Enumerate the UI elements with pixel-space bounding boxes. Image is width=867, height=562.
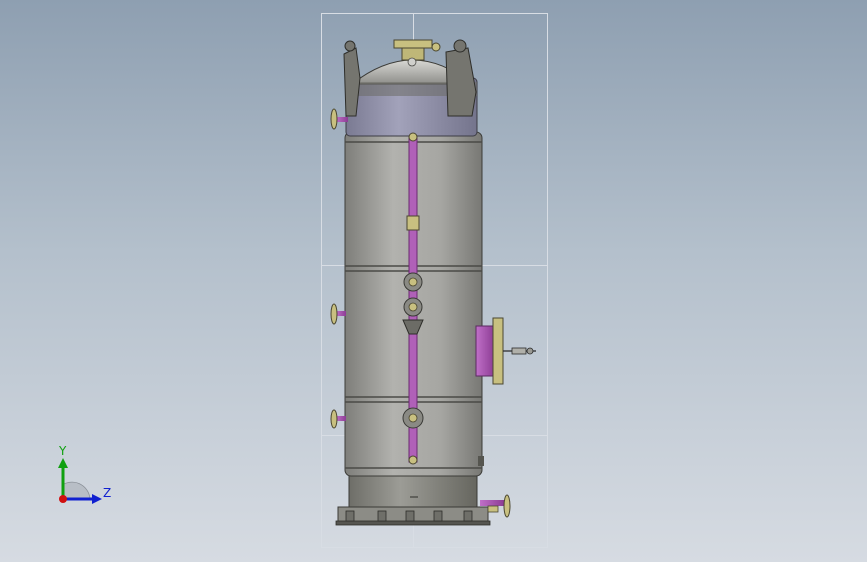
support-skirt [335,471,491,526]
left-nozzle-middle [330,303,346,325]
z-axis-label: Z [103,486,111,500]
left-nozzle-bottom [330,409,346,429]
pressure-vessel-model[interactable] [330,39,536,526]
3d-viewport[interactable]: Y Z [0,0,867,562]
vessel-top-head [343,39,478,137]
y-axis-label: Y [58,444,67,458]
side-manway [475,317,536,385]
x-axis-point [59,495,67,503]
orientation-triad[interactable]: Y Z [58,444,111,504]
